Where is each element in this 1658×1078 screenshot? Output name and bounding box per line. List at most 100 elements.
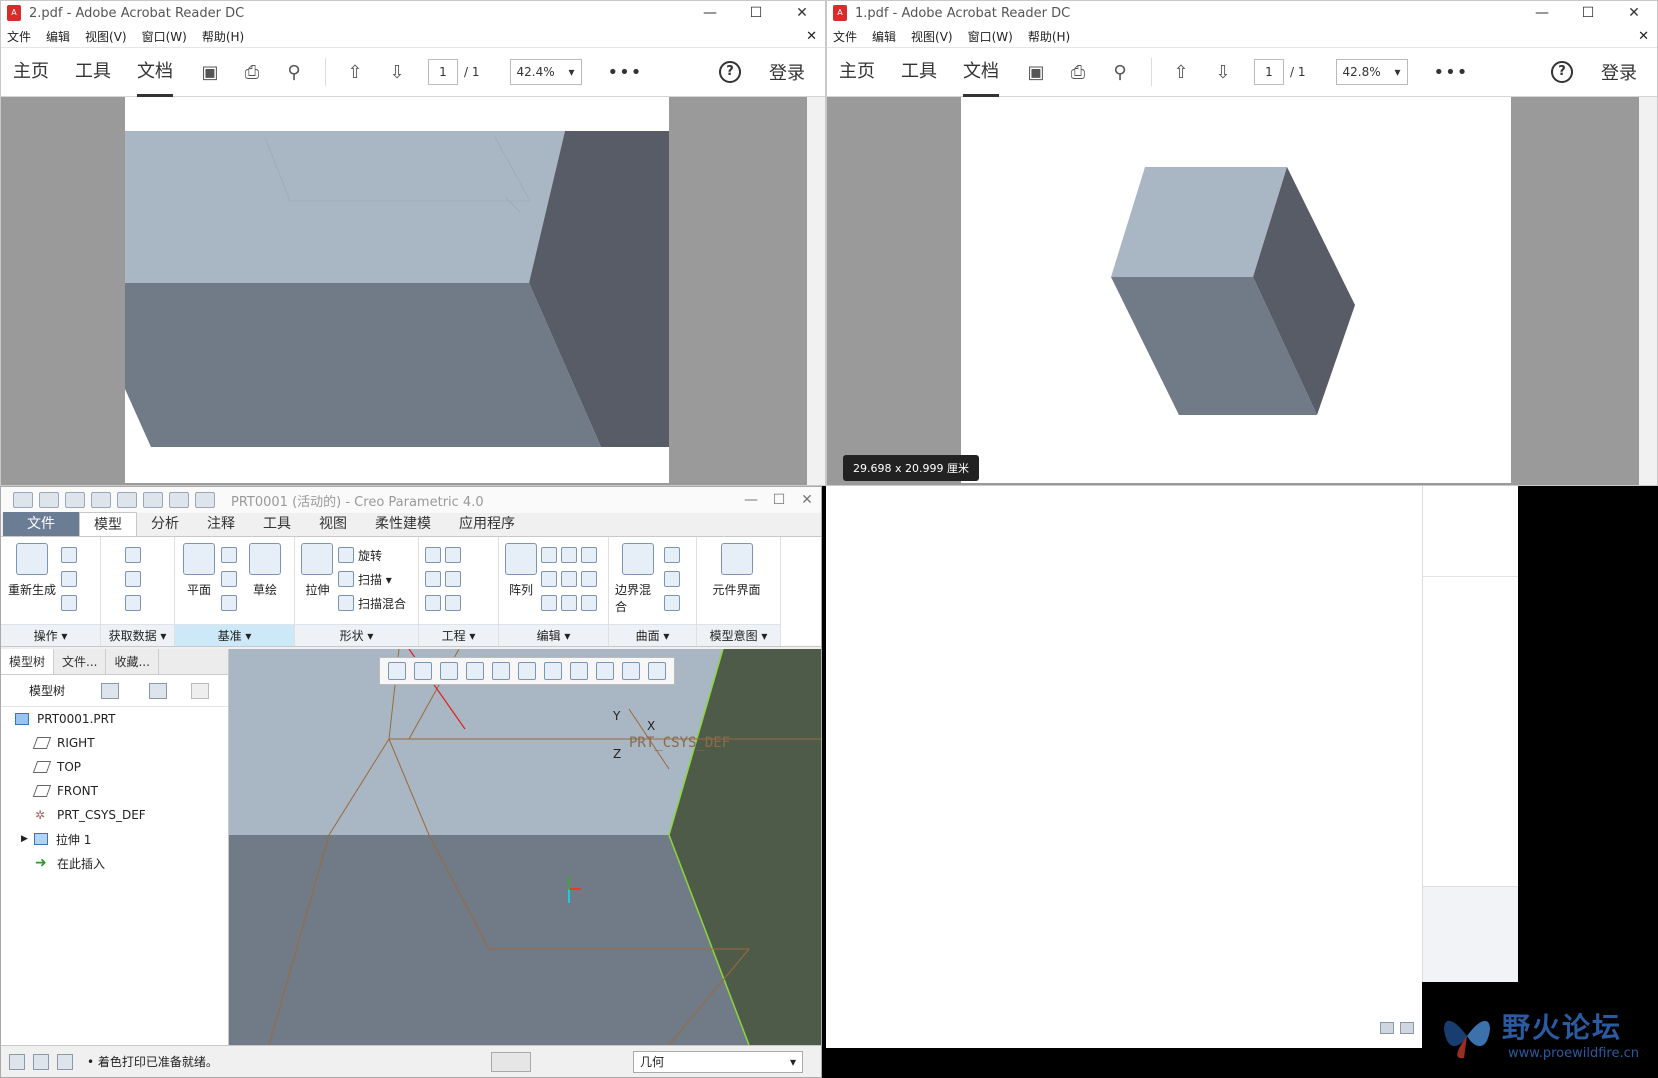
- browser-toggle-icon[interactable]: [33, 1053, 49, 1070]
- undo-icon[interactable]: [91, 492, 111, 508]
- tab-document[interactable]: 文档: [963, 47, 999, 97]
- tree-item-insert-here[interactable]: ➜ 在此插入: [1, 851, 228, 875]
- tab-document[interactable]: 文档: [137, 47, 173, 97]
- revolve-button[interactable]: 旋转: [337, 543, 406, 567]
- rib-icon[interactable]: [445, 595, 461, 611]
- group-label[interactable]: 编辑 ▾: [499, 624, 608, 646]
- spin-center-icon[interactable]: [648, 662, 666, 680]
- tree-item-right[interactable]: RIGHT: [1, 731, 228, 755]
- refit-icon[interactable]: [388, 662, 406, 680]
- copy-geometry-button[interactable]: [124, 567, 145, 591]
- zoom-select[interactable]: 42.4%: [509, 59, 582, 85]
- menu-edit[interactable]: 编辑: [872, 28, 896, 45]
- trim-icon[interactable]: [561, 547, 577, 563]
- menu-help[interactable]: 帮助(H): [202, 28, 244, 45]
- vertical-scrollbar[interactable]: [807, 97, 825, 485]
- extend-button[interactable]: [541, 567, 601, 591]
- shrinkwrap-button[interactable]: [124, 591, 145, 615]
- view-manager-icon[interactable]: [544, 662, 562, 680]
- find-icon[interactable]: [491, 1052, 531, 1072]
- intersect-icon[interactable]: [581, 571, 597, 587]
- maximize-icon[interactable]: ☐: [765, 492, 793, 508]
- zoom-select[interactable]: 42.8%: [1335, 59, 1408, 85]
- print-icon[interactable]: ⎙: [1067, 61, 1089, 83]
- menu-view[interactable]: 视图(V): [911, 28, 953, 45]
- tab-applications[interactable]: 应用程序: [445, 512, 529, 536]
- tree-item-part[interactable]: PRT0001.PRT: [1, 707, 228, 731]
- close-document-icon[interactable]: ✕: [1638, 29, 1649, 44]
- project-icon[interactable]: [581, 595, 597, 611]
- show-menu-icon[interactable]: [149, 682, 168, 699]
- tab-tools[interactable]: 工具: [249, 512, 305, 536]
- group-label[interactable]: 曲面 ▾: [609, 624, 696, 646]
- group-label[interactable]: 工程 ▾: [419, 624, 498, 646]
- close-document-icon[interactable]: ✕: [806, 29, 817, 44]
- csys-button[interactable]: [221, 591, 241, 615]
- save-icon[interactable]: [65, 492, 85, 508]
- maximize-icon[interactable]: ☐: [1565, 5, 1611, 21]
- point-button[interactable]: [221, 567, 241, 591]
- user-defined-feature-button[interactable]: [124, 543, 145, 567]
- zoom-in-icon[interactable]: [414, 662, 432, 680]
- sweep-button[interactable]: 扫描 ▾: [337, 567, 406, 591]
- view-toggle-icon[interactable]: [1380, 1022, 1394, 1034]
- mirror-button[interactable]: [541, 543, 601, 567]
- page-number-input[interactable]: 1: [428, 59, 458, 85]
- tab-folder-browser[interactable]: 文件...: [54, 649, 107, 674]
- tree-item-top[interactable]: TOP: [1, 755, 228, 779]
- merge-icon[interactable]: [581, 547, 597, 563]
- menu-window[interactable]: 窗口(W): [142, 28, 187, 45]
- tree-settings-icon[interactable]: [101, 682, 120, 699]
- tree-filter-icon[interactable]: [191, 682, 210, 699]
- freestyle-button[interactable]: [664, 591, 684, 615]
- page-number-input[interactable]: 1: [1254, 59, 1284, 85]
- save-icon[interactable]: ▣: [1025, 61, 1047, 83]
- group-label[interactable]: 获取数据 ▾: [101, 624, 174, 646]
- minimize-icon[interactable]: —: [1519, 5, 1565, 21]
- tree-item-extrude[interactable]: ▶ 拉伸 1: [1, 827, 228, 851]
- search-icon[interactable]: ⚲: [1109, 61, 1131, 83]
- tab-flexible-modeling[interactable]: 柔性建模: [361, 512, 445, 536]
- datum-display-icon[interactable]: [596, 662, 614, 680]
- saved-orientations-icon[interactable]: [518, 662, 536, 680]
- swept-blend-button[interactable]: 扫描混合: [337, 591, 406, 615]
- axis-button[interactable]: [221, 543, 241, 567]
- paste-button[interactable]: [61, 567, 81, 591]
- new-icon[interactable]: [13, 492, 33, 508]
- tab-file[interactable]: 文件: [3, 512, 79, 536]
- menu-window[interactable]: 窗口(W): [968, 28, 1013, 45]
- group-label[interactable]: 操作 ▾: [1, 624, 100, 646]
- perspective-icon[interactable]: [570, 662, 588, 680]
- zoom-out-icon[interactable]: [440, 662, 458, 680]
- help-icon[interactable]: ?: [719, 61, 741, 83]
- windows-icon[interactable]: [169, 492, 189, 508]
- fullscreen-icon[interactable]: [57, 1053, 73, 1070]
- annotation-display-icon[interactable]: [622, 662, 640, 680]
- regenerate-icon[interactable]: [143, 492, 163, 508]
- tree-item-front[interactable]: FRONT: [1, 779, 228, 803]
- print-icon[interactable]: ⎙: [241, 61, 263, 83]
- login-button[interactable]: 登录: [1601, 59, 1637, 85]
- thicken-button[interactable]: [541, 591, 601, 615]
- tree-item-csys[interactable]: ✲ PRT_CSYS_DEF: [1, 803, 228, 827]
- offset-icon[interactable]: [561, 571, 577, 587]
- menu-view[interactable]: 视图(V): [85, 28, 127, 45]
- tab-home[interactable]: 主页: [839, 47, 875, 97]
- menu-edit[interactable]: 编辑: [46, 28, 70, 45]
- tab-favorites[interactable]: 收藏...: [106, 649, 159, 674]
- round-icon[interactable]: [445, 547, 461, 563]
- tab-model[interactable]: 模型: [79, 512, 137, 536]
- tab-model-tree[interactable]: 模型树: [1, 649, 55, 674]
- tab-tools[interactable]: 工具: [75, 47, 111, 97]
- chamfer-button[interactable]: [425, 567, 465, 591]
- open-icon[interactable]: [39, 492, 59, 508]
- tab-view[interactable]: 视图: [305, 512, 361, 536]
- menu-file[interactable]: 文件: [833, 28, 857, 45]
- minimize-icon[interactable]: —: [737, 492, 765, 508]
- delete-button[interactable]: [61, 591, 81, 615]
- tab-tools[interactable]: 工具: [901, 47, 937, 97]
- prev-page-icon[interactable]: ⇧: [1170, 61, 1192, 83]
- next-page-icon[interactable]: ⇩: [1212, 61, 1234, 83]
- repaint-icon[interactable]: [466, 662, 484, 680]
- maximize-icon[interactable]: ☐: [733, 5, 779, 21]
